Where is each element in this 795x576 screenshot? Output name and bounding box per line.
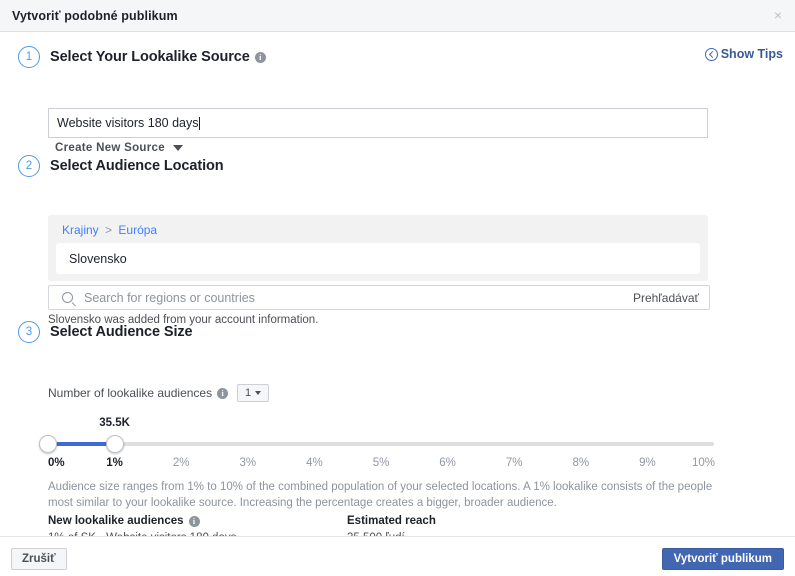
- text-caret: [198, 116, 200, 130]
- slider-tick-0: 0%: [48, 457, 65, 469]
- step-1-title: Select Your Lookalike Source: [50, 49, 250, 65]
- number-of-audiences-value: 1: [245, 387, 252, 399]
- breadcrumb: Krajiny > Európa: [62, 223, 700, 237]
- slider-tick-6: 6%: [439, 457, 456, 469]
- lookalike-source-value: Website visitors 180 days: [57, 116, 199, 130]
- cancel-button[interactable]: Zrušiť: [11, 548, 67, 570]
- slider-tick-5: 5%: [372, 457, 390, 469]
- new-audiences-info-icon[interactable]: i: [188, 515, 200, 527]
- location-search-browse-button[interactable]: Prehľadávať: [633, 291, 699, 305]
- number-of-audiences-select[interactable]: 1: [237, 384, 270, 402]
- search-icon: [62, 292, 73, 303]
- create-new-source-button[interactable]: Create New Source: [55, 142, 183, 154]
- slider-handle-upper[interactable]: [105, 435, 124, 453]
- selected-location-item[interactable]: Slovensko: [56, 243, 700, 274]
- step-1-number: 1: [18, 46, 40, 68]
- slider-tick-10: 10%: [692, 457, 716, 469]
- caret-down-icon: [172, 145, 183, 151]
- breadcrumb-item-krajiny[interactable]: Krajiny: [62, 223, 99, 237]
- step-2-title: Select Audience Location: [50, 158, 224, 174]
- slider-handle-lower[interactable]: [39, 435, 57, 453]
- show-tips-label: Show Tips: [720, 47, 783, 61]
- slider-tick-1: 1%: [106, 457, 123, 469]
- chevron-down-icon: [255, 391, 262, 395]
- location-search-box[interactable]: Search for regions or countries Prehľadá…: [48, 285, 710, 310]
- step-3-header: 3 Select Audience Size: [18, 321, 193, 343]
- step-2-header: 2 Select Audience Location: [18, 155, 224, 177]
- dialog-footer: Zrušiť Vytvoriť publikum: [0, 536, 795, 576]
- dialog-titlebar: Vytvoriť podobné publikum ×: [0, 0, 795, 32]
- new-audiences-label: New lookalike audiences: [48, 515, 184, 527]
- close-icon[interactable]: ×: [770, 8, 786, 24]
- create-audience-button[interactable]: Vytvoriť publikum: [661, 548, 784, 570]
- number-of-audiences-label: Number of lookalike audiences: [48, 386, 213, 400]
- dialog-title: Vytvoriť podobné publikum: [12, 8, 178, 23]
- dialog-body: Show Tips 1 Select Your Lookalike Source…: [0, 32, 795, 544]
- number-of-audiences-row: Number of lookalike audiences i 1: [48, 384, 270, 402]
- slider-track[interactable]: [48, 442, 714, 446]
- audience-size-slider[interactable]: 35.5K 0% 1% 2% 3% 4% 5% 6% 7% 8% 9% 10%: [39, 417, 716, 469]
- slider-tick-4: 4%: [306, 457, 323, 469]
- estimated-reach-label: Estimated reach: [347, 515, 436, 527]
- lookalike-source-input[interactable]: Website visitors 180 days: [48, 108, 708, 138]
- step-2-number: 2: [18, 155, 40, 177]
- step-3-number: 3: [18, 321, 40, 343]
- audience-size-description: Audience size ranges from 1% to 10% of t…: [48, 481, 713, 509]
- slider-tick-2: 2%: [172, 457, 190, 469]
- breadcrumb-item-europa[interactable]: Európa: [118, 223, 157, 237]
- audience-location-panel: Krajiny > Európa Slovensko: [48, 215, 708, 281]
- create-new-source-label: Create New Source: [55, 142, 165, 154]
- breadcrumb-separator: >: [105, 223, 113, 237]
- slider-value-label: 35.5K: [99, 417, 130, 429]
- location-search-placeholder: Search for regions or countries: [84, 290, 255, 305]
- create-lookalike-audience-dialog: Vytvoriť podobné publikum × Show Tips 1 …: [0, 0, 795, 576]
- show-tips-button[interactable]: Show Tips: [704, 47, 783, 61]
- selected-location-label: Slovensko: [69, 251, 127, 266]
- slider-tick-8: 8%: [572, 457, 590, 469]
- lookalike-source-info-icon[interactable]: i: [254, 51, 266, 63]
- slider-track-fill: [48, 442, 115, 446]
- step-1-header: 1 Select Your Lookalike Source i: [18, 46, 266, 68]
- slider-tick-7: 7%: [505, 457, 523, 469]
- slider-tick-3: 3%: [239, 457, 257, 469]
- new-audiences-label-row: New lookalike audiences i: [48, 515, 236, 527]
- chevron-left-circle-icon: [704, 47, 718, 61]
- number-of-audiences-info-icon[interactable]: i: [217, 387, 229, 399]
- step-3-title: Select Audience Size: [50, 324, 193, 340]
- slider-tick-9: 9%: [639, 457, 656, 469]
